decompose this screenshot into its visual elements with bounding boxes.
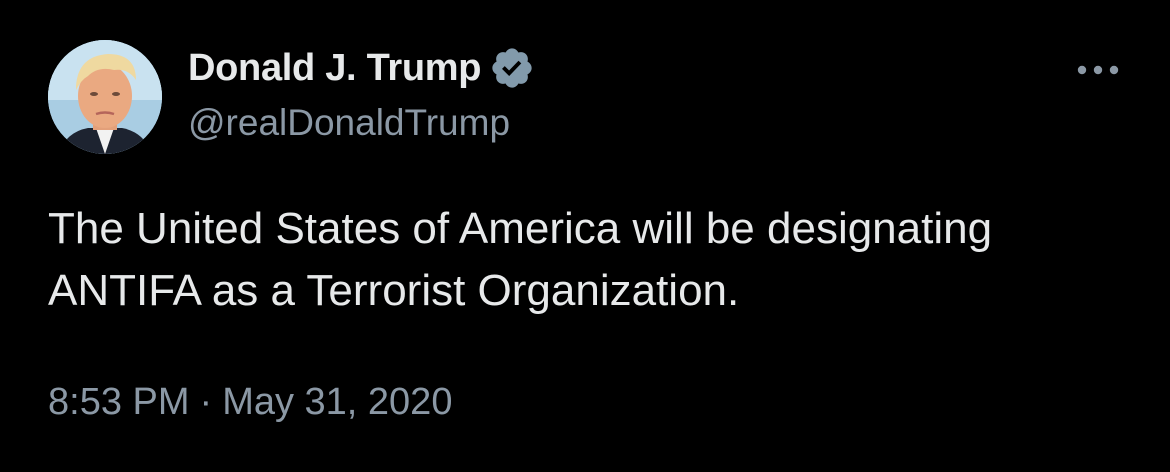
author-name-row: Donald J. Trump	[188, 44, 535, 92]
tweet-text: The United States of America will be des…	[48, 204, 993, 315]
tweet-date: May 31, 2020	[222, 381, 453, 423]
avatar-image	[48, 40, 162, 154]
author-handle[interactable]: @realDonaldTrump	[188, 102, 510, 144]
verified-badge-icon[interactable]	[489, 45, 535, 91]
more-horizontal-icon[interactable]	[1070, 52, 1126, 88]
tweet-timestamp[interactable]: 8:53 PM · May 31, 2020	[48, 381, 452, 424]
avatar[interactable]	[48, 40, 162, 154]
tweet-time: 8:53 PM	[48, 381, 190, 423]
meta-separator: ·	[199, 381, 213, 423]
author-display-name[interactable]: Donald J. Trump	[188, 47, 482, 90]
tweet-card: Donald J. Trump @realDonaldTrump The Uni…	[0, 0, 1170, 472]
